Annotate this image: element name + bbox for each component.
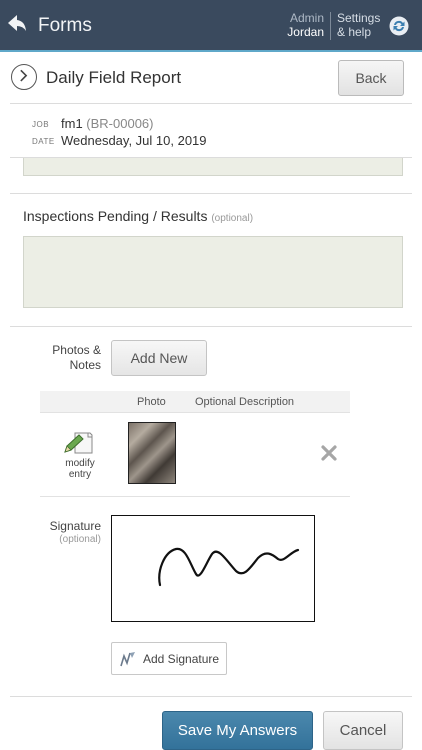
previous-field-textarea[interactable] (23, 158, 403, 176)
signature-label-text: Signature (49, 519, 101, 533)
settings-line2: & help (337, 25, 372, 39)
photos-label-line2: Notes (69, 358, 101, 372)
signature-box[interactable] (111, 515, 315, 622)
divider (10, 103, 412, 104)
photo-thumbnail[interactable] (128, 422, 176, 484)
signature-label: Signature (optional) (50, 519, 101, 547)
inspections-label: Inspections Pending / Results (optional) (23, 208, 253, 224)
app-title: Forms (38, 15, 92, 36)
job-name: fm1 (61, 116, 83, 131)
user-name: Jordan (287, 25, 324, 39)
user-menu[interactable]: Admin Jordan (272, 11, 324, 39)
photos-label-line1: Photos & (52, 343, 101, 357)
column-header-description: Optional Description (195, 396, 295, 408)
chevron-right-icon (20, 69, 28, 82)
row-divider (40, 496, 350, 497)
signature-optional: (optional) (59, 534, 101, 545)
modify-line1: modify (65, 458, 95, 469)
job-value: fm1 (BR-00006) (61, 116, 154, 131)
modify-entry-link[interactable]: modify entry (56, 458, 104, 480)
expand-toggle[interactable] (11, 64, 37, 90)
settings-line1: Settings (337, 11, 381, 25)
add-new-photo-button[interactable]: Add New (111, 340, 207, 376)
sync-icon[interactable] (389, 16, 409, 36)
settings-help-link[interactable]: Settings & help (337, 11, 380, 39)
signature-stroke (158, 547, 300, 587)
photos-table-header: Photo Optional Description (40, 391, 350, 413)
top-bar: Forms Admin Jordan Settings & help (0, 0, 422, 52)
date-label: DATE (32, 137, 55, 146)
user-role: Admin (289, 11, 324, 25)
job-code: (BR-00006) (86, 116, 154, 131)
pencil-note-icon[interactable] (62, 430, 94, 456)
back-button[interactable]: Back (338, 60, 404, 96)
topbar-divider (330, 12, 331, 40)
modify-line2: entry (68, 469, 92, 480)
photos-notes-label: Photos & Notes (52, 343, 101, 373)
save-answers-button[interactable]: Save My Answers (162, 711, 313, 750)
divider (10, 193, 412, 194)
page-title: Daily Field Report (46, 68, 182, 87)
divider (10, 696, 412, 697)
close-icon[interactable] (320, 444, 338, 462)
add-signature-label: Add Signature (143, 652, 220, 666)
back-arrow-icon[interactable] (6, 12, 28, 34)
job-label: JOB (32, 120, 50, 129)
cancel-button[interactable]: Cancel (323, 711, 403, 750)
divider (10, 326, 412, 327)
signature-pen-icon (120, 652, 135, 667)
optional-hint: (optional) (211, 213, 254, 224)
column-header-photo: Photo (137, 396, 166, 408)
inspections-textarea[interactable] (23, 236, 403, 308)
inspections-label-text: Inspections Pending / Results (23, 208, 208, 224)
date-value: Wednesday, Jul 10, 2019 (61, 133, 207, 148)
add-signature-button[interactable]: Add Signature (111, 642, 227, 675)
